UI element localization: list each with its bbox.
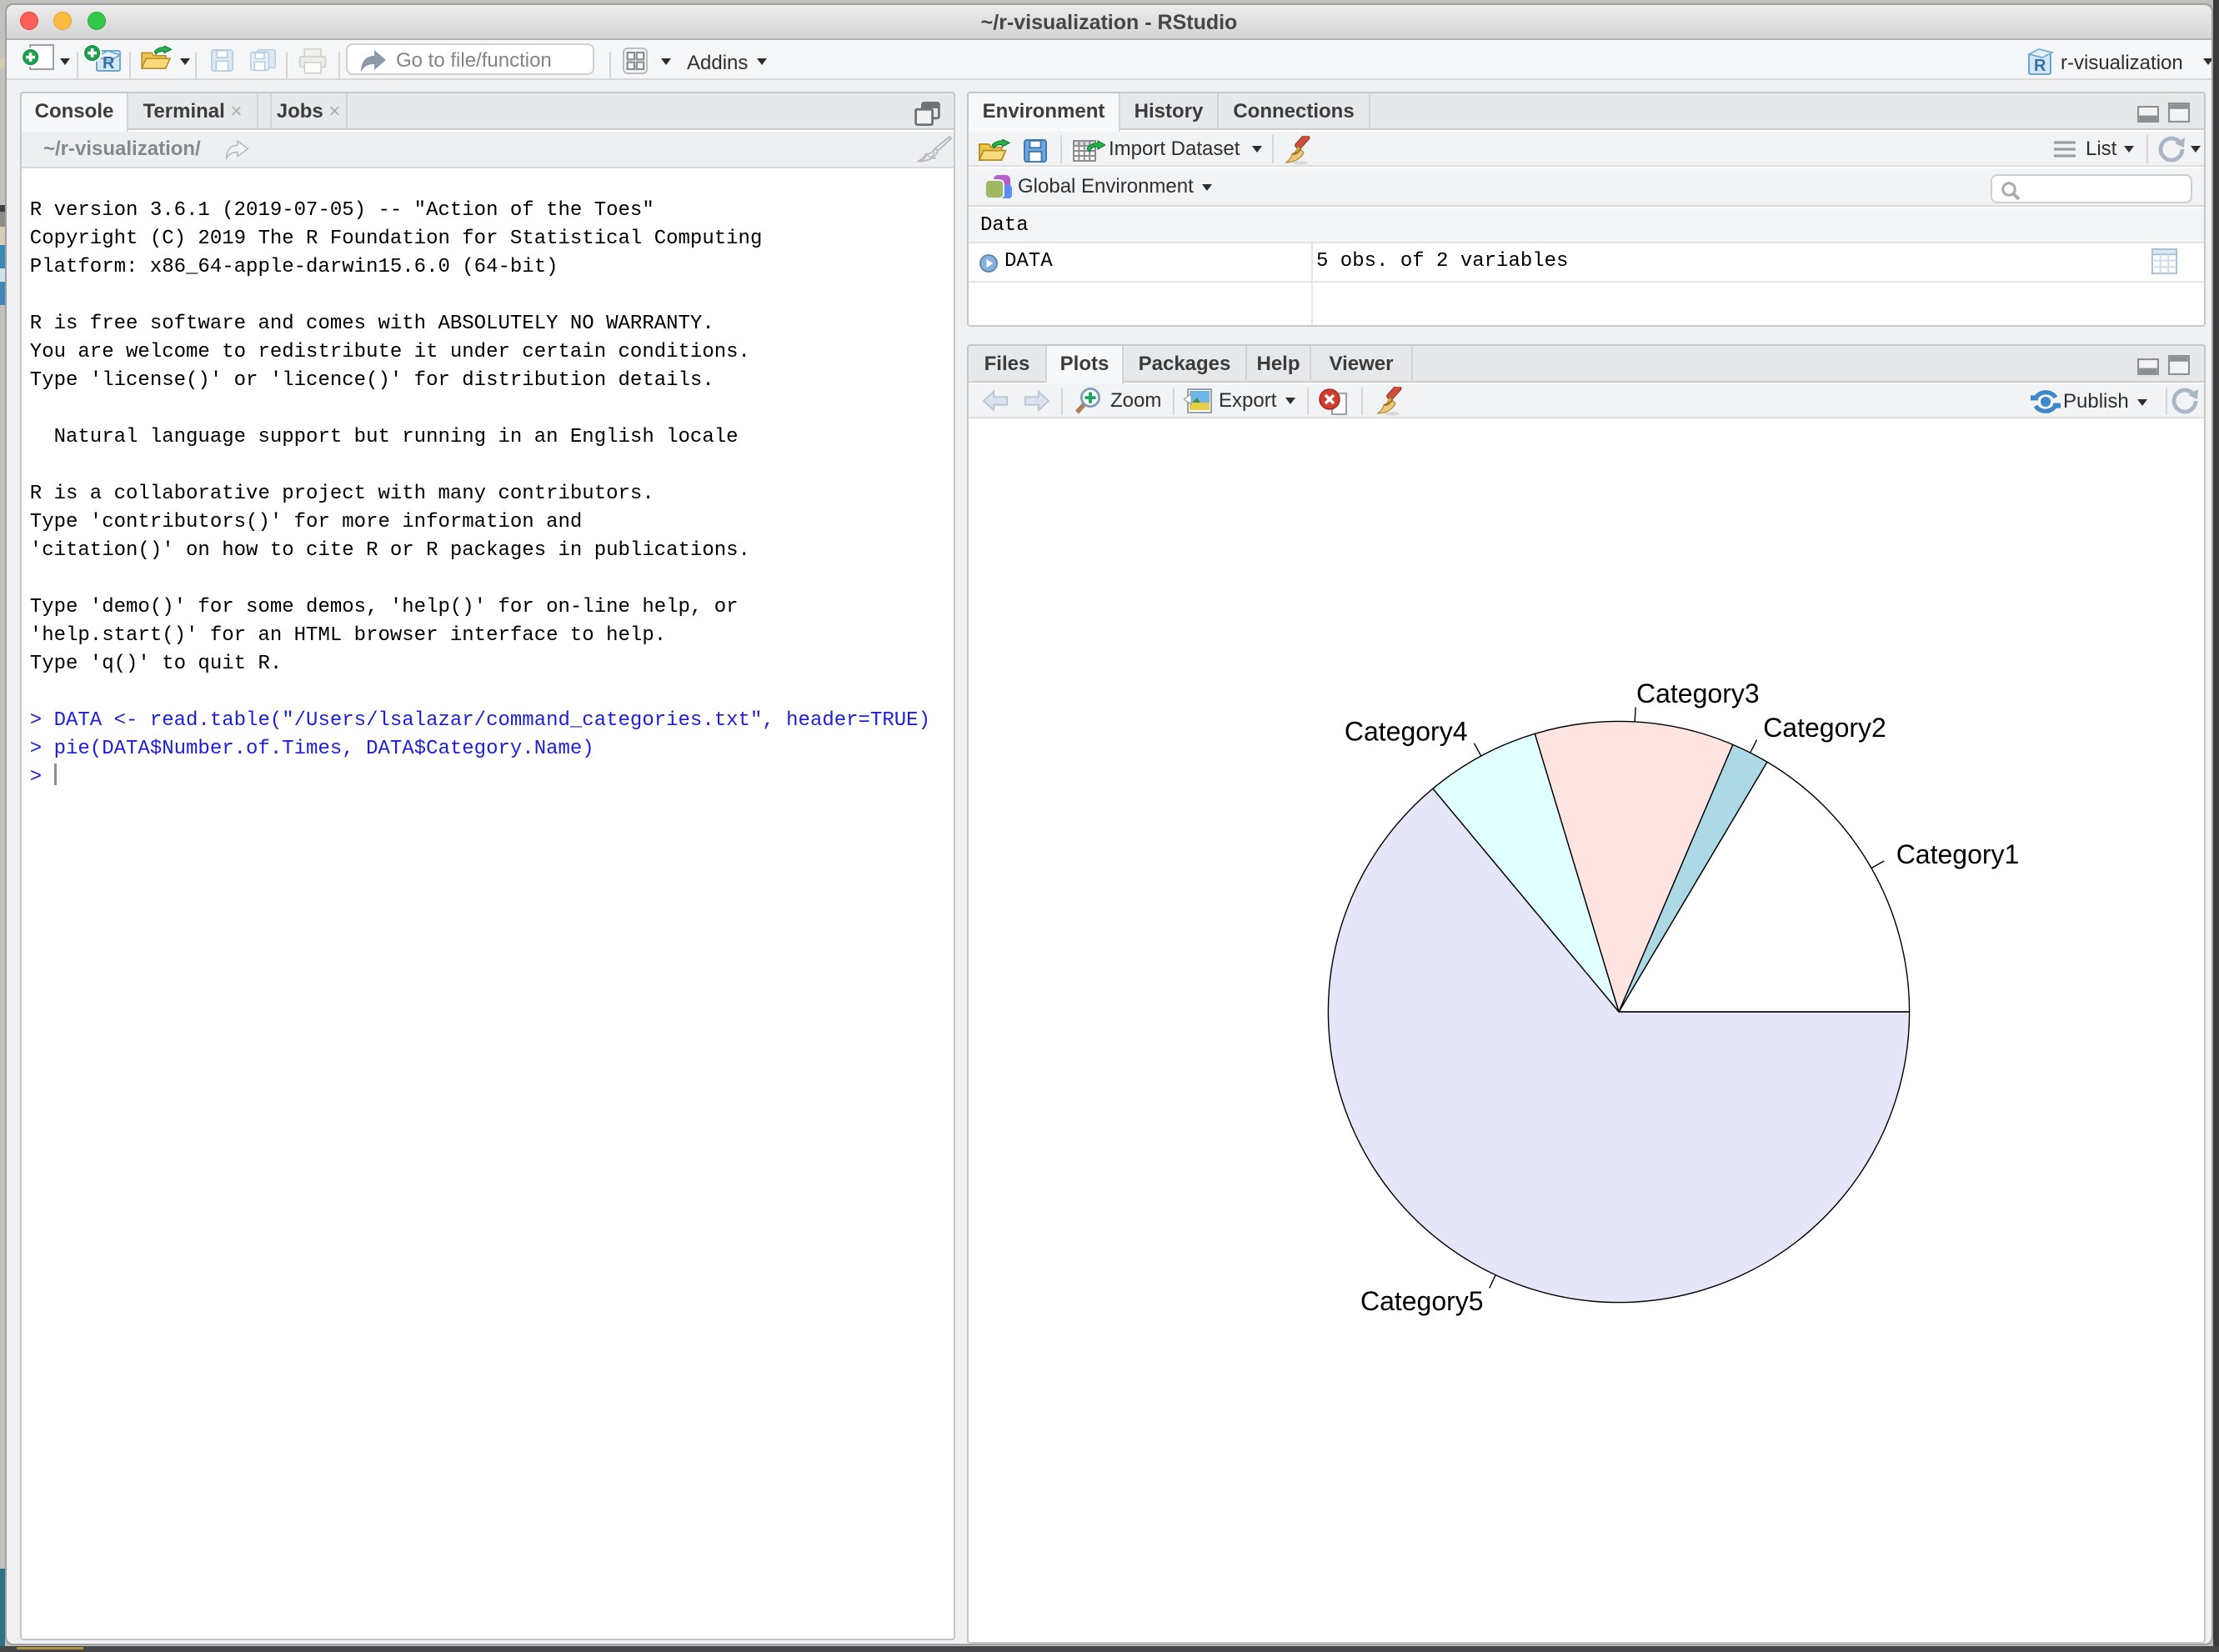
svg-text:Category1: Category1	[1896, 839, 2020, 869]
svg-text:R: R	[2034, 57, 2046, 75]
svg-text:Category4: Category4	[1345, 716, 1468, 746]
svg-text:Category2: Category2	[1763, 713, 1886, 743]
svg-text:R: R	[103, 54, 115, 72]
svg-text:Category5: Category5	[1360, 1286, 1484, 1316]
svg-text:Category3: Category3	[1636, 678, 1760, 708]
